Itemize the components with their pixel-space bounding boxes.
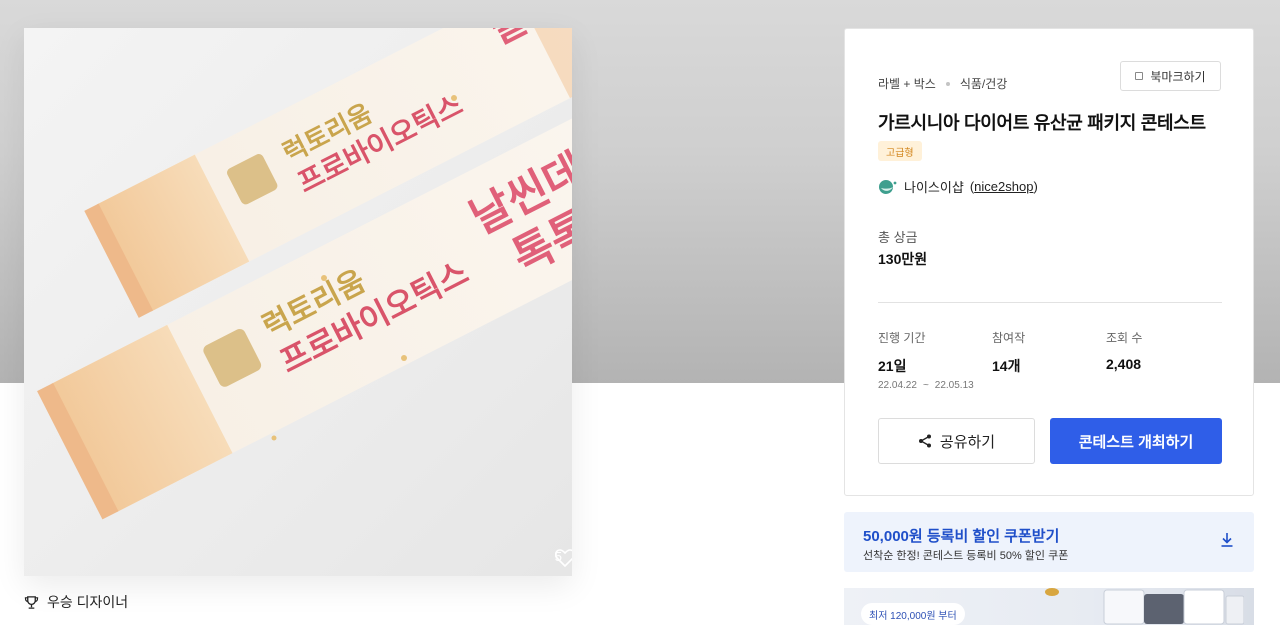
- owner-avatar-icon: [879, 179, 897, 194]
- coupon-banner[interactable]: 50,000원 등록비 할인 쿠폰받기 선착순 한정! 콘테스트 등록비 50%…: [844, 512, 1254, 572]
- participants-value: 14개: [992, 358, 1021, 374]
- participants-label: 참여작: [992, 331, 1026, 345]
- owner-id-link[interactable]: nice2shop: [974, 179, 1033, 194]
- divider: [878, 302, 1222, 303]
- duration-value: 21일: [878, 358, 907, 374]
- duration-dates: 22.04.22 ~ 22.05.13: [878, 380, 974, 391]
- breadcrumb-separator: [945, 81, 950, 86]
- coupon-subtitle: 선착순 한정! 콘테스트 등록비 50% 할인 쿠폰: [863, 550, 1069, 562]
- contest-owner[interactable]: 나이스이샵 (nice2shop): [878, 177, 1038, 196]
- views-value: 2,408: [1106, 356, 1142, 372]
- like-button[interactable]: 5: [554, 549, 572, 567]
- category-secondary[interactable]: 식품/건강: [960, 75, 1008, 92]
- date-separator: ~: [922, 380, 929, 391]
- promo-chip: 최저 120,000원 부터: [861, 603, 965, 625]
- heart-icon: [554, 549, 572, 567]
- download-icon[interactable]: [1220, 532, 1234, 548]
- bookmark-label: 북마크하기: [1150, 69, 1206, 84]
- winner-text: 우승 디자이너: [47, 594, 129, 610]
- views-label: 조회 수: [1106, 331, 1143, 345]
- product-image[interactable]: 럭토리움 프로바이오틱스 날씬데이 럭토리움 프로바이오틱스 날씬데이 톡톡 5: [24, 28, 572, 576]
- promo-banner[interactable]: 최저 120,000원 부터: [844, 588, 1254, 625]
- prize-value: 130만원: [878, 251, 928, 267]
- host-contest-button[interactable]: 콘테스트 개최하기: [1050, 418, 1222, 464]
- share-button[interactable]: 공유하기: [878, 418, 1035, 464]
- stat-participants: 참여작 14개: [992, 329, 1025, 376]
- stat-views: 조회 수 2,408: [1106, 329, 1142, 372]
- coupon-title: 50,000원 등록비 할인 쿠폰받기: [863, 528, 1060, 545]
- date-start: 22.04.22: [878, 380, 917, 391]
- category-primary[interactable]: 라벨 + 박스: [878, 75, 936, 92]
- checkbox-icon: [1135, 72, 1144, 80]
- duration-label: 진행 기간: [878, 331, 926, 345]
- share-icon: [918, 434, 931, 448]
- owner-name: 나이스이샵: [904, 180, 964, 195]
- breadcrumb: 라벨 + 박스 식품/건강: [878, 75, 1007, 92]
- trophy-icon: [24, 595, 39, 609]
- stat-duration: 진행 기간 21일 22.04.22 ~ 22.05.13: [878, 329, 974, 391]
- bookmark-button[interactable]: 북마크하기: [1120, 61, 1221, 91]
- prize-label: 총 상금: [878, 230, 918, 245]
- winner-designer-label: 우승 디자이너: [24, 592, 128, 612]
- grade-badge: 고급형: [878, 141, 922, 161]
- contest-info-card: 라벨 + 박스 식품/건강 북마크하기 가르시니아 다이어트 유산균 패키지 콘…: [844, 28, 1254, 496]
- product-illustration: 럭토리움 프로바이오틱스 날씬데이 럭토리움 프로바이오틱스 날씬데이 톡톡: [37, 28, 572, 520]
- promo-illustration: [1045, 588, 1244, 625]
- share-label: 공유하기: [939, 433, 996, 451]
- contest-title: 가르시니아 다이어트 유산균 패키지 콘테스트: [878, 113, 1206, 133]
- owner-id-wrap: (nice2shop): [969, 179, 1038, 194]
- date-end: 22.05.13: [934, 380, 974, 391]
